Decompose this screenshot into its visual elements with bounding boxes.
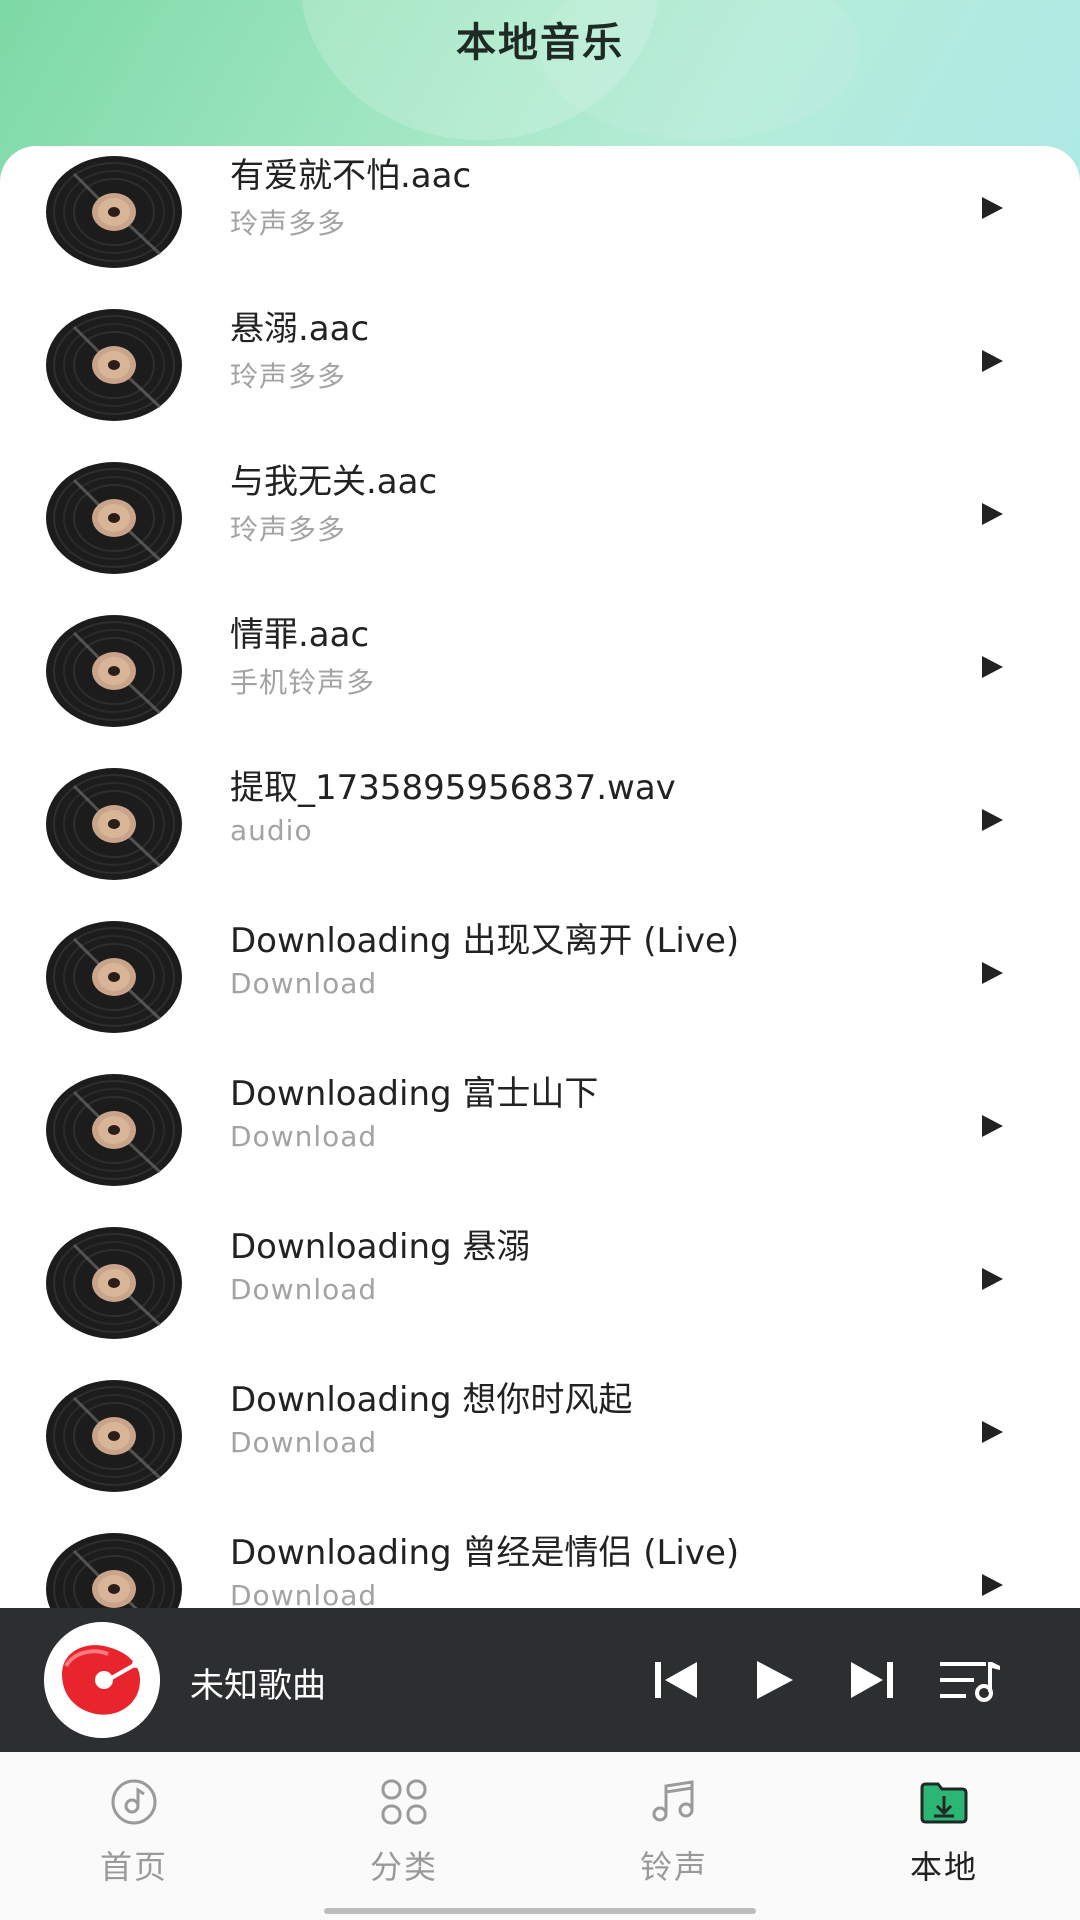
tab-category[interactable]: 分类 [314, 1776, 494, 1896]
song-artist: Download [230, 1426, 378, 1459]
play-icon[interactable] [978, 1265, 1006, 1293]
song-title: Downloading 曾经是情侣 (Live) [230, 1533, 740, 1573]
play-icon[interactable] [978, 1418, 1006, 1446]
tab-ringtone[interactable]: 铃声 [584, 1776, 764, 1896]
song-title: Downloading 悬溺 [230, 1227, 531, 1267]
local-folder-icon [918, 1776, 970, 1828]
home-indicator[interactable] [324, 1908, 756, 1914]
song-row[interactable]: 与我无关.aac 玲声多多 [0, 420, 1080, 576]
tab-ringtone-label: 铃声 [639, 1848, 708, 1886]
category-grid-icon [378, 1776, 430, 1828]
vinyl-disc-icon [44, 1378, 184, 1494]
tab-local-label: 本地 [909, 1848, 978, 1886]
play-icon[interactable] [978, 1112, 1006, 1140]
tab-home-label: 首页 [99, 1848, 168, 1886]
song-artist: Download [230, 1273, 378, 1306]
play-icon[interactable] [978, 806, 1006, 834]
song-artist: 玲声多多 [230, 207, 347, 240]
playlist-icon [940, 1662, 1000, 1702]
play-icon[interactable] [978, 1571, 1006, 1599]
tab-category-label: 分类 [369, 1848, 438, 1886]
song-artist: 玲声多多 [230, 513, 347, 546]
now-playing-title: 未知歌曲 [190, 1666, 326, 1706]
tab-home[interactable]: 首页 [44, 1776, 224, 1896]
song-row[interactable]: 悬溺.aac 玲声多多 [0, 267, 1080, 423]
song-title: 提取_1735895956837.wav [230, 768, 676, 808]
song-title: Downloading 出现又离开 (Live) [230, 921, 740, 961]
play-icon[interactable] [978, 653, 1006, 681]
song-row[interactable]: Downloading 想你时风起 Download [0, 1338, 1080, 1494]
song-artist: Download [230, 967, 378, 1000]
song-row[interactable]: 情罪.aac 手机铃声多 [0, 573, 1080, 729]
skip-next-icon [851, 1662, 893, 1698]
skip-previous-icon [655, 1662, 697, 1698]
playlist-button[interactable] [938, 1648, 1002, 1712]
song-row[interactable]: Downloading 出现又离开 (Live) Download [0, 879, 1080, 1035]
play-icon[interactable] [978, 500, 1006, 528]
song-title: Downloading 富士山下 [230, 1074, 599, 1114]
song-title: 有爱就不怕.aac [230, 156, 472, 196]
song-title: 悬溺.aac [230, 309, 370, 349]
song-list: 有爱就不怕.aac 玲声多多 悬溺.aac 玲声多多 与我无关.aac 玲声多多… [0, 146, 1080, 1608]
song-artist: 手机铃声多 [230, 666, 376, 699]
vinyl-disc-icon [44, 460, 184, 576]
song-artist: Download [230, 1579, 378, 1608]
play-icon[interactable] [978, 959, 1006, 987]
vinyl-disc-icon [44, 1072, 184, 1188]
vinyl-disc-icon [44, 154, 184, 270]
song-row[interactable]: Downloading 悬溺 Download [0, 1185, 1080, 1341]
song-artist: Download [230, 1120, 378, 1153]
ringtone-note-icon [648, 1776, 700, 1828]
previous-button[interactable] [644, 1648, 708, 1712]
song-row[interactable]: 提取_1735895956837.wav audio [0, 726, 1080, 882]
vinyl-disc-icon [44, 307, 184, 423]
song-list-card: 有爱就不怕.aac 玲声多多 悬溺.aac 玲声多多 与我无关.aac 玲声多多… [0, 146, 1080, 1608]
play-icon[interactable] [978, 347, 1006, 375]
app-root: 本地音乐 有爱就不怕.aac 玲声多多 悬溺.aac 玲声多多 与我无关.aac… [0, 0, 1080, 1920]
mini-player[interactable]: 未知歌曲 [0, 1608, 1080, 1752]
song-row[interactable]: Downloading 富士山下 Download [0, 1032, 1080, 1188]
next-button[interactable] [840, 1648, 904, 1712]
song-title: 与我无关.aac [230, 462, 438, 502]
song-artist: audio [230, 814, 313, 847]
song-title: 情罪.aac [230, 615, 370, 655]
song-row[interactable]: Downloading 曾经是情侣 (Live) Download [0, 1491, 1080, 1608]
vinyl-disc-icon [44, 613, 184, 729]
song-title: Downloading 想你时风起 [230, 1380, 633, 1420]
tab-local[interactable]: 本地 [854, 1776, 1034, 1896]
vinyl-disc-icon [44, 766, 184, 882]
play-pause-button[interactable] [742, 1648, 806, 1712]
page-title: 本地音乐 [456, 20, 624, 66]
song-row[interactable]: 有爱就不怕.aac 玲声多多 [0, 146, 1080, 270]
vinyl-disc-icon [44, 1225, 184, 1341]
album-cover[interactable] [44, 1622, 160, 1738]
vinyl-disc-icon [44, 919, 184, 1035]
play-icon [757, 1661, 793, 1699]
bottom-nav: 首页 分类 铃声 本地 [0, 1752, 1080, 1920]
vinyl-disc-icon [44, 1531, 184, 1608]
song-artist: 玲声多多 [230, 360, 347, 393]
play-icon[interactable] [978, 194, 1006, 222]
home-music-icon [108, 1776, 160, 1828]
